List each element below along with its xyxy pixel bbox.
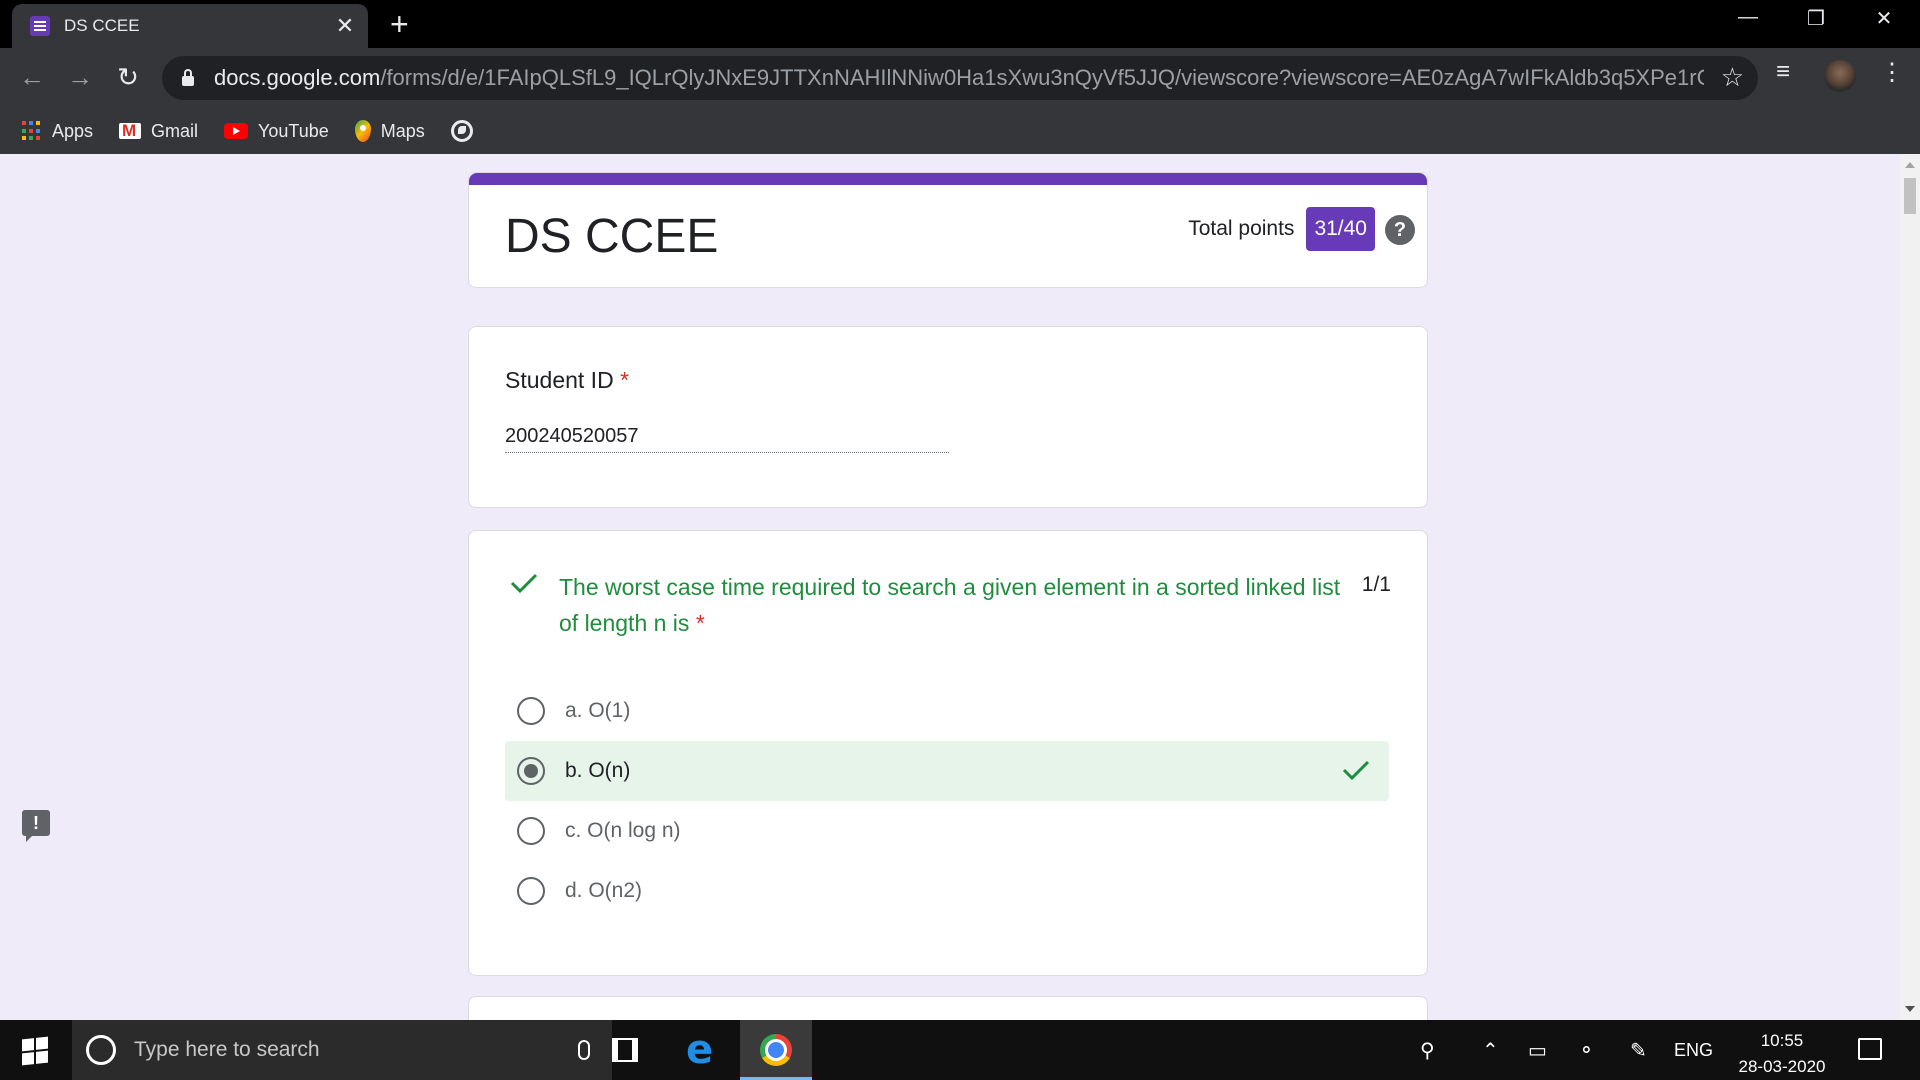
form-header-card: DS CCEE Total points 31/40 ? — [468, 172, 1428, 288]
close-tab-icon[interactable]: ✕ — [330, 13, 360, 39]
clock-time: 10:55 — [1760, 1031, 1804, 1050]
student-id-card: Student ID * 200240520057 — [468, 326, 1428, 508]
correct-check-icon — [1342, 760, 1370, 781]
search-placeholder[interactable]: Type here to search — [134, 1038, 578, 1062]
option-a[interactable]: a. O(1) — [505, 681, 1389, 741]
people-icon[interactable]: ⚲ — [1420, 1038, 1435, 1063]
forward-arrow-icon[interactable]: → — [60, 62, 100, 92]
battery-icon[interactable]: ▭ — [1528, 1038, 1547, 1063]
notification-icon[interactable] — [1858, 1038, 1882, 1060]
score-badge: 31/40 — [1306, 207, 1375, 251]
globe-icon — [450, 120, 473, 142]
bookmarks-bar: Apps Gmail YouTube Maps — [0, 108, 1920, 154]
media-queue-icon[interactable]: ≡ — [1776, 58, 1790, 86]
system-clock[interactable]: 10:55 28-03-2020 — [1730, 1028, 1834, 1080]
total-points-label: Total points — [1188, 217, 1295, 240]
gmail-icon — [119, 121, 142, 141]
lock-icon — [182, 69, 194, 86]
chrome-menu-icon[interactable]: ⋮ — [1880, 58, 1904, 87]
restore-icon[interactable]: ❐ — [1786, 6, 1846, 31]
bookmark-youtube[interactable]: YouTube — [224, 121, 329, 142]
scroll-thumb[interactable] — [1904, 178, 1916, 214]
radio-button[interactable] — [517, 697, 545, 725]
microphone-icon[interactable] — [578, 1040, 590, 1060]
bookmark-maps[interactable]: Maps — [354, 120, 425, 142]
close-window-icon[interactable]: ✕ — [1854, 6, 1914, 31]
required-asterisk: * — [620, 367, 630, 393]
address-bar[interactable]: docs.google.com/forms/d/e/1FAIpQLSfL9_IQ… — [162, 56, 1758, 100]
apps-grid-icon — [22, 121, 42, 141]
scroll-down-arrow[interactable] — [1905, 1006, 1915, 1012]
chevron-up-icon[interactable]: ⌃ — [1482, 1038, 1499, 1063]
windows-taskbar: Type here to search e ⚲ ⌃ ▭ ⚬ ✎ ENG 10:5… — [0, 1020, 1920, 1080]
cortana-icon[interactable] — [86, 1035, 116, 1065]
taskbar-search[interactable]: Type here to search — [72, 1020, 612, 1080]
student-id-answer: 200240520057 — [505, 425, 949, 453]
task-view-icon[interactable] — [612, 1038, 638, 1062]
bookmark-gmail[interactable]: Gmail — [119, 121, 198, 142]
bookmark-globe[interactable] — [450, 120, 473, 142]
radio-button-selected[interactable] — [517, 757, 545, 785]
report-feedback-icon[interactable]: ! — [22, 810, 50, 842]
bookmark-label: Maps — [380, 120, 425, 141]
tab-strip: DS CCEE ✕ + — ❐ ✕ — [0, 0, 1920, 48]
bookmark-label: YouTube — [258, 120, 329, 141]
option-b[interactable]: b. O(n) — [505, 741, 1389, 801]
question-card: The worst case time required to search a… — [468, 530, 1428, 976]
back-arrow-icon[interactable]: ← — [12, 62, 52, 92]
correct-check-icon — [510, 573, 538, 593]
bookmark-apps[interactable]: Apps — [22, 121, 93, 142]
bookmark-label: Apps — [52, 120, 94, 141]
edge-icon[interactable]: e — [686, 1030, 713, 1070]
required-asterisk: * — [695, 610, 705, 636]
url-text[interactable]: docs.google.com/forms/d/e/1FAIpQLSfL9_IQ… — [214, 65, 1704, 91]
option-c[interactable]: c. O(n log n) — [505, 801, 1389, 861]
option-label: c. O(n log n) — [565, 819, 681, 842]
bookmark-star-icon[interactable]: ☆ — [1721, 62, 1744, 93]
pen-icon[interactable]: ✎ — [1630, 1038, 1647, 1063]
language-indicator[interactable]: ENG — [1674, 1040, 1713, 1061]
profile-avatar[interactable] — [1824, 60, 1856, 92]
reload-icon[interactable]: ↻ — [108, 62, 148, 92]
new-tab-button[interactable]: + — [390, 8, 409, 40]
next-question-card — [468, 996, 1428, 1020]
minimize-icon[interactable]: — — [1718, 6, 1778, 29]
page-scrollbar[interactable] — [1900, 154, 1920, 1020]
youtube-icon — [224, 123, 249, 139]
question-score: 1/1 — [1361, 573, 1391, 596]
question-text: The worst case time required to search a… — [559, 574, 1341, 636]
option-label: a. O(1) — [565, 699, 631, 722]
form-title: DS CCEE — [505, 210, 719, 263]
browser-toolbar: ← → ↻ docs.google.com/forms/d/e/1FAIpQLS… — [0, 48, 1920, 108]
help-icon[interactable]: ? — [1385, 215, 1415, 245]
accent-bar — [469, 173, 1427, 185]
google-forms-icon — [30, 16, 50, 36]
scroll-up-arrow[interactable] — [1905, 162, 1915, 168]
clock-date: 28-03-2020 — [1738, 1057, 1826, 1076]
chrome-taskbar-button[interactable] — [740, 1020, 812, 1080]
chrome-icon — [760, 1034, 792, 1066]
browser-tab-active[interactable]: DS CCEE ✕ — [12, 4, 368, 48]
option-d[interactable]: d. O(n2) — [505, 861, 1389, 921]
question-title: Student ID * — [505, 367, 630, 393]
total-points: Total points 31/40 ? — [1188, 207, 1415, 251]
option-label: b. O(n) — [565, 759, 631, 782]
radio-button[interactable] — [517, 817, 545, 845]
bookmark-label: Gmail — [151, 120, 199, 141]
form-page: DS CCEE Total points 31/40 ? Student ID … — [0, 154, 1920, 1020]
maps-icon — [354, 120, 371, 142]
wifi-icon[interactable]: ⚬ — [1578, 1038, 1595, 1063]
radio-button[interactable] — [517, 877, 545, 905]
tab-title: DS CCEE — [64, 16, 140, 35]
option-label: d. O(n2) — [565, 879, 643, 902]
windows-start-icon[interactable] — [22, 1036, 48, 1066]
